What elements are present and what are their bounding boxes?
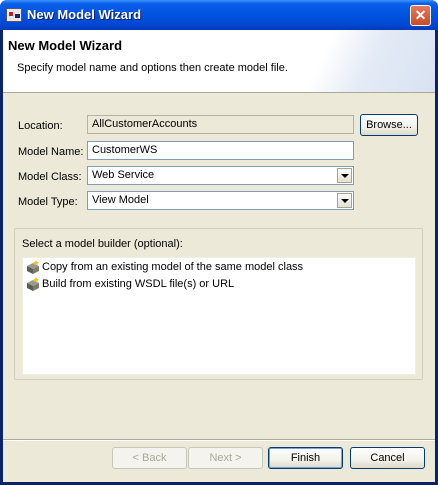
model-class-dropdown[interactable]: Web Service (87, 166, 354, 185)
chevron-down-icon[interactable] (337, 168, 352, 183)
model-name-label: Model Name: (18, 146, 84, 158)
list-item[interactable]: Build from existing WSDL file(s) or URL (24, 276, 404, 292)
wizard-window: New Model Wizard ✕ New Model Wizard Spec… (0, 0, 438, 485)
model-builder-icon (27, 277, 39, 291)
banner-description: Specify model name and options then crea… (17, 62, 288, 74)
banner-title: New Model Wizard (8, 38, 123, 53)
model-class-label: Model Class: (18, 171, 82, 183)
location-value: AllCustomerAccounts (92, 118, 198, 130)
chevron-down-icon[interactable] (337, 193, 352, 208)
location-label: Location: (18, 120, 63, 132)
cancel-button[interactable]: Cancel (350, 447, 425, 469)
close-button[interactable]: ✕ (410, 5, 431, 26)
banner-decoration (265, 30, 435, 92)
close-icon: ✕ (414, 7, 427, 23)
window-title: New Model Wizard (27, 7, 142, 22)
app-icon (6, 8, 22, 22)
browse-button[interactable]: Browse... (360, 114, 418, 136)
location-field: AllCustomerAccounts (87, 115, 354, 134)
footer-separator (3, 439, 435, 441)
next-button[interactable]: Next > (188, 447, 263, 469)
model-builder-group: Select a model builder (optional): Copy … (14, 228, 423, 380)
model-builder-list[interactable]: Copy from an existing model of the same … (22, 257, 416, 375)
finish-button[interactable]: Finish (268, 447, 343, 469)
model-class-value: Web Service (92, 169, 155, 181)
model-type-dropdown[interactable]: View Model (87, 191, 354, 210)
list-item[interactable]: Copy from an existing model of the same … (24, 259, 404, 275)
title-bar[interactable]: New Model Wizard ✕ (0, 0, 438, 30)
model-builder-label: Select a model builder (optional): (22, 238, 183, 250)
list-item-label: Copy from an existing model of the same … (42, 261, 304, 273)
model-name-input[interactable]: CustomerWS (87, 141, 354, 160)
model-name-value: CustomerWS (92, 144, 158, 156)
model-type-value: View Model (92, 194, 149, 206)
back-button[interactable]: < Back (112, 447, 187, 469)
wizard-banner: New Model Wizard Specify model name and … (3, 30, 435, 93)
list-item-label: Build from existing WSDL file(s) or URL (42, 278, 235, 290)
model-builder-icon (27, 260, 39, 274)
model-type-label: Model Type: (18, 196, 78, 208)
dialog-body: New Model Wizard Specify model name and … (3, 30, 435, 482)
